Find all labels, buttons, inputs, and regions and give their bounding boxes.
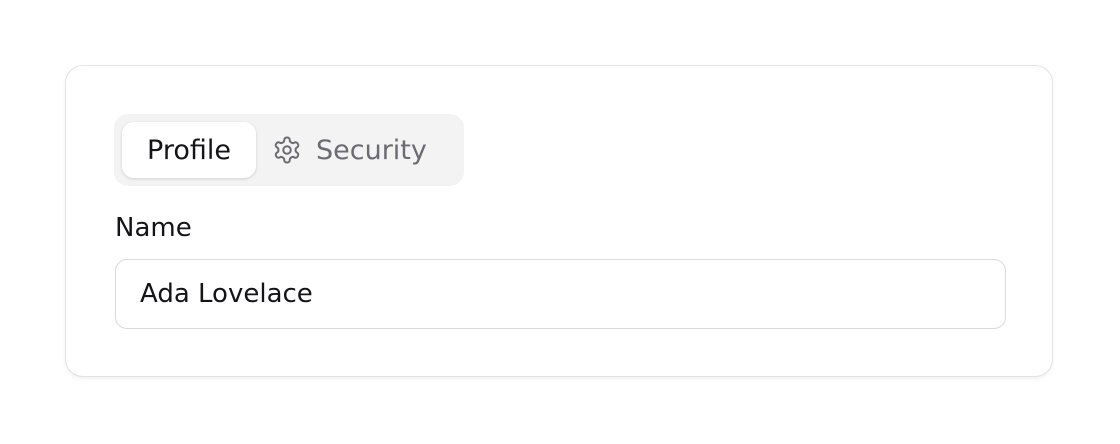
settings-card: Profile Security Name	[65, 65, 1053, 377]
name-input[interactable]	[115, 259, 1006, 329]
name-label: Name	[115, 213, 192, 243]
tab-security[interactable]: Security	[272, 122, 456, 178]
tab-profile[interactable]: Profile	[122, 122, 256, 178]
tab-profile-label: Profile	[147, 134, 231, 166]
tab-bar: Profile Security	[114, 114, 464, 186]
gear-icon	[272, 135, 302, 165]
tab-security-label: Security	[316, 134, 427, 166]
